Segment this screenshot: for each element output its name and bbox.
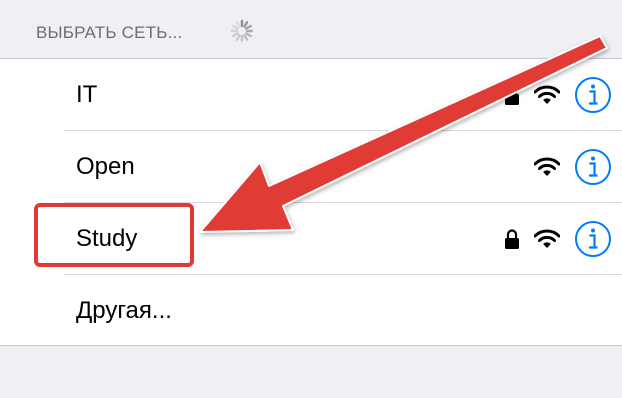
network-list: IT Open Study Другая... (0, 58, 622, 346)
network-status-icons (504, 75, 612, 115)
other-network-label: Другая... (76, 297, 172, 324)
network-row-it[interactable]: IT (0, 59, 622, 131)
info-icon[interactable] (574, 220, 612, 258)
lock-icon (505, 229, 519, 249)
info-icon[interactable] (574, 76, 612, 114)
wifi-icon (534, 85, 560, 104)
network-row-other[interactable]: Другая... (0, 275, 622, 347)
section-header: ВЫБРАТЬ СЕТЬ... (0, 0, 622, 58)
loading-spinner-icon (230, 19, 254, 43)
highlight-box (34, 203, 194, 267)
wifi-icon (534, 157, 560, 176)
network-row-open[interactable]: Open (0, 131, 622, 203)
network-name: IT (76, 81, 98, 108)
lock-icon (505, 85, 519, 105)
network-status-icons (504, 219, 612, 259)
section-title: ВЫБРАТЬ СЕТЬ... (36, 23, 183, 42)
info-icon[interactable] (574, 148, 612, 186)
wifi-icon (534, 229, 560, 248)
network-name: Open (76, 153, 135, 180)
network-status-icons (534, 147, 612, 187)
